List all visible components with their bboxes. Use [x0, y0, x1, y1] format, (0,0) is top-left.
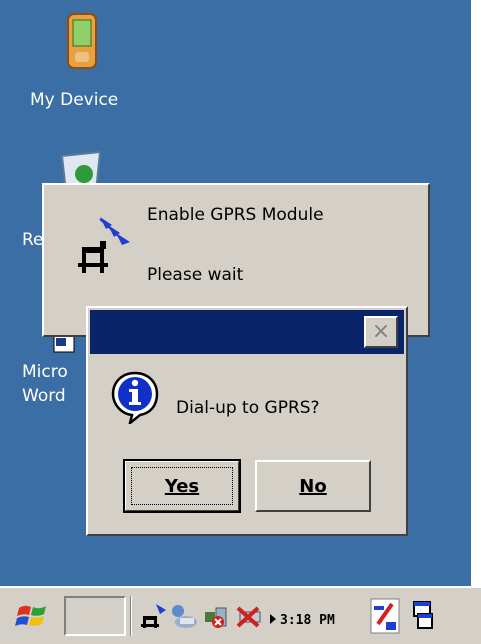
- clock[interactable]: 3:18 PM: [280, 613, 335, 628]
- dialog-titlebar[interactable]: ×: [90, 310, 404, 354]
- tray-arrow-icon[interactable]: [268, 610, 278, 629]
- focus-rect: [131, 467, 233, 505]
- dialup-dialog: × Dial-up to GPRS? Yes No: [86, 306, 408, 536]
- network-connection-icon[interactable]: [140, 602, 168, 634]
- taskbar-separator: [130, 596, 132, 636]
- my-device-icon[interactable]: [60, 12, 104, 72]
- no-button[interactable]: No: [255, 460, 371, 512]
- battery-alert-icon[interactable]: [234, 602, 264, 634]
- my-device-label: My Device: [30, 90, 119, 110]
- taskbar: 3:18 PM: [0, 586, 481, 644]
- desktop-switch-icon[interactable]: [412, 598, 434, 638]
- progress-title: Enable GPRS Module: [147, 205, 324, 225]
- windows-flag-icon: [15, 605, 46, 626]
- taskbar-button[interactable]: [64, 596, 126, 636]
- close-button[interactable]: ×: [364, 316, 398, 348]
- progress-status: Please wait: [147, 265, 244, 285]
- dialog-message: Dial-up to GPRS?: [176, 398, 320, 418]
- start-button[interactable]: [12, 598, 52, 634]
- no-button-label: No: [299, 475, 327, 497]
- gprs-antenna-icon: [78, 215, 140, 279]
- recycle-bin-label: Re: [22, 230, 44, 250]
- audio-icon[interactable]: [202, 602, 230, 634]
- close-icon: ×: [371, 319, 391, 344]
- yes-button[interactable]: Yes: [123, 459, 241, 513]
- user-connection-icon[interactable]: [168, 602, 198, 634]
- system-tray: 3:18 PM: [134, 594, 434, 638]
- input-panel-icon[interactable]: [370, 598, 400, 638]
- pda-device-icon: [67, 13, 97, 69]
- word-label: Micro Word: [22, 362, 68, 406]
- info-icon: [110, 370, 160, 428]
